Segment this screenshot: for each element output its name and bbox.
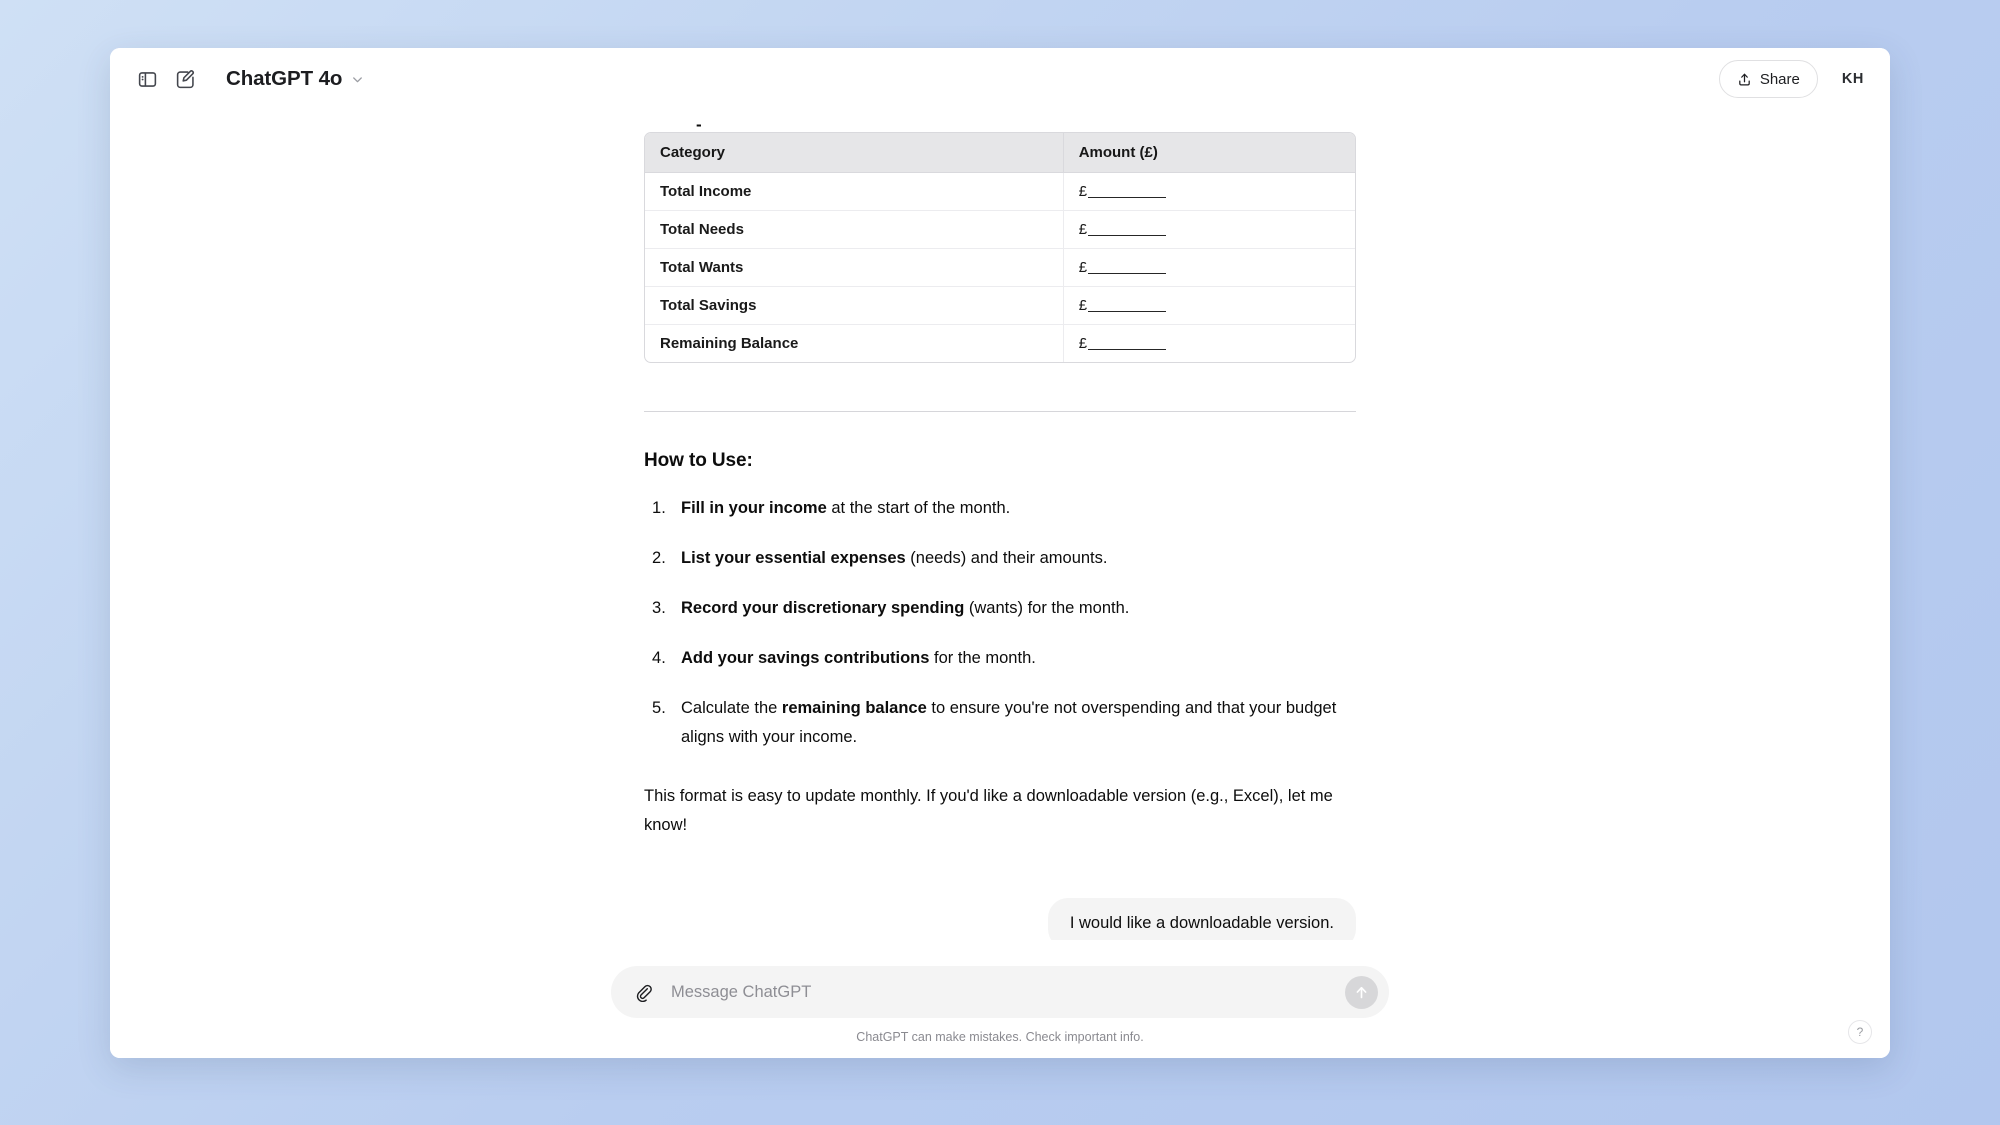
share-button-label: Share (1759, 70, 1800, 88)
column-header-category: Category (645, 133, 1064, 173)
cell-amount: £ (1063, 172, 1355, 211)
send-button[interactable] (1345, 975, 1378, 1009)
composer-footnote: ChatGPT can make mistakes. Check importa… (856, 1030, 1144, 1044)
composer-inner: ChatGPT can make mistakes. Check importa… (611, 966, 1389, 1044)
user-message-bubble: I would like a downloadable version. (1047, 898, 1356, 940)
howto-step: Record your discretionary spending (want… (652, 594, 1130, 623)
model-selector[interactable]: ChatGPT 4o (218, 61, 375, 97)
message-input[interactable] (659, 982, 1345, 1002)
composer-area: ChatGPT can make mistakes. Check importa… (110, 966, 1890, 1058)
share-upload-icon (1737, 72, 1752, 87)
paperclip-icon[interactable] (627, 976, 659, 1008)
howto-step: Fill in your income at the start of the … (652, 494, 1011, 523)
amount-blank-line (1088, 262, 1167, 274)
table-row: Remaining Balance £ (645, 324, 1355, 363)
help-button[interactable]: ? (1848, 1020, 1872, 1044)
top-bar: ChatGPT 4o Share KH (110, 48, 1890, 110)
howto-step-emphasis: List your essential expenses (681, 549, 906, 567)
table-body: Total Income £ Total Needs £ Total Wants £ Tot… (645, 172, 1355, 363)
top-bar-right-group: Share KH (1718, 60, 1868, 98)
cell-category: Total Savings (645, 286, 1064, 325)
model-name-label: ChatGPT 4o (226, 67, 343, 90)
column-header-amount: Amount (£) (1063, 133, 1355, 173)
howto-step-emphasis: Record your discretionary spending (681, 599, 965, 617)
table-row: Total Wants £ (645, 248, 1355, 287)
cell-category: Total Needs (645, 210, 1064, 249)
cell-category: Total Wants (645, 248, 1064, 287)
table-row: Total Income £ (645, 172, 1355, 211)
howto-step-emphasis: Fill in your income (681, 499, 827, 517)
composer[interactable] (611, 966, 1389, 1018)
table-header-row: Category Amount (£) (645, 133, 1355, 173)
cell-amount: £ (1063, 248, 1355, 287)
amount-blank-line (1088, 338, 1167, 350)
table-row: Total Savings £ (645, 286, 1355, 325)
amount-blank-line (1088, 224, 1167, 236)
howto-step: Calculate the remaining balance to ensur… (652, 694, 1337, 746)
cell-amount: £ (1063, 286, 1355, 325)
avatar[interactable]: KH (1838, 65, 1868, 93)
clipped-text-fragment: - (696, 115, 702, 128)
howto-step: List your essential expenses (needs) and… (652, 544, 1108, 573)
cell-amount: £ (1063, 325, 1355, 363)
cell-category: Remaining Balance (645, 324, 1064, 362)
compose-pencil-icon[interactable] (166, 60, 204, 98)
cell-category: Total Income (645, 172, 1064, 211)
howto-steps-list: Fill in your income at the start of the … (644, 494, 1356, 752)
howto-step-emphasis: remaining balance (781, 699, 927, 717)
amount-blank-line (1088, 300, 1167, 312)
closing-paragraph: This format is easy to update monthly. I… (644, 787, 1333, 834)
message-thread: - Category Amount (£) Total Income £ Total… (644, 110, 1356, 940)
conversation-scroll-area[interactable]: - Category Amount (£) Total Income £ Total… (110, 110, 1890, 940)
share-button[interactable]: Share (1718, 60, 1818, 98)
user-turn: I would like a downloadable version. (644, 898, 1356, 940)
howto-step: Add your savings contributions for the m… (652, 644, 1036, 673)
chevron-down-icon (350, 72, 365, 87)
amount-blank-line (1088, 186, 1167, 198)
howto-heading: How to Use: (644, 450, 753, 471)
sidebar-panel-icon[interactable] (128, 60, 166, 98)
table-header: Category Amount (£) (645, 133, 1355, 173)
budget-summary-table: Category Amount (£) Total Income £ Total N… (644, 132, 1356, 363)
table-row: Total Needs £ (645, 210, 1355, 249)
chatgpt-window: ChatGPT 4o Share KH - Category Amount (£… (110, 48, 1890, 1058)
cell-amount: £ (1063, 210, 1355, 249)
section-divider (644, 411, 1356, 412)
howto-step-emphasis: Add your savings contributions (681, 649, 930, 667)
